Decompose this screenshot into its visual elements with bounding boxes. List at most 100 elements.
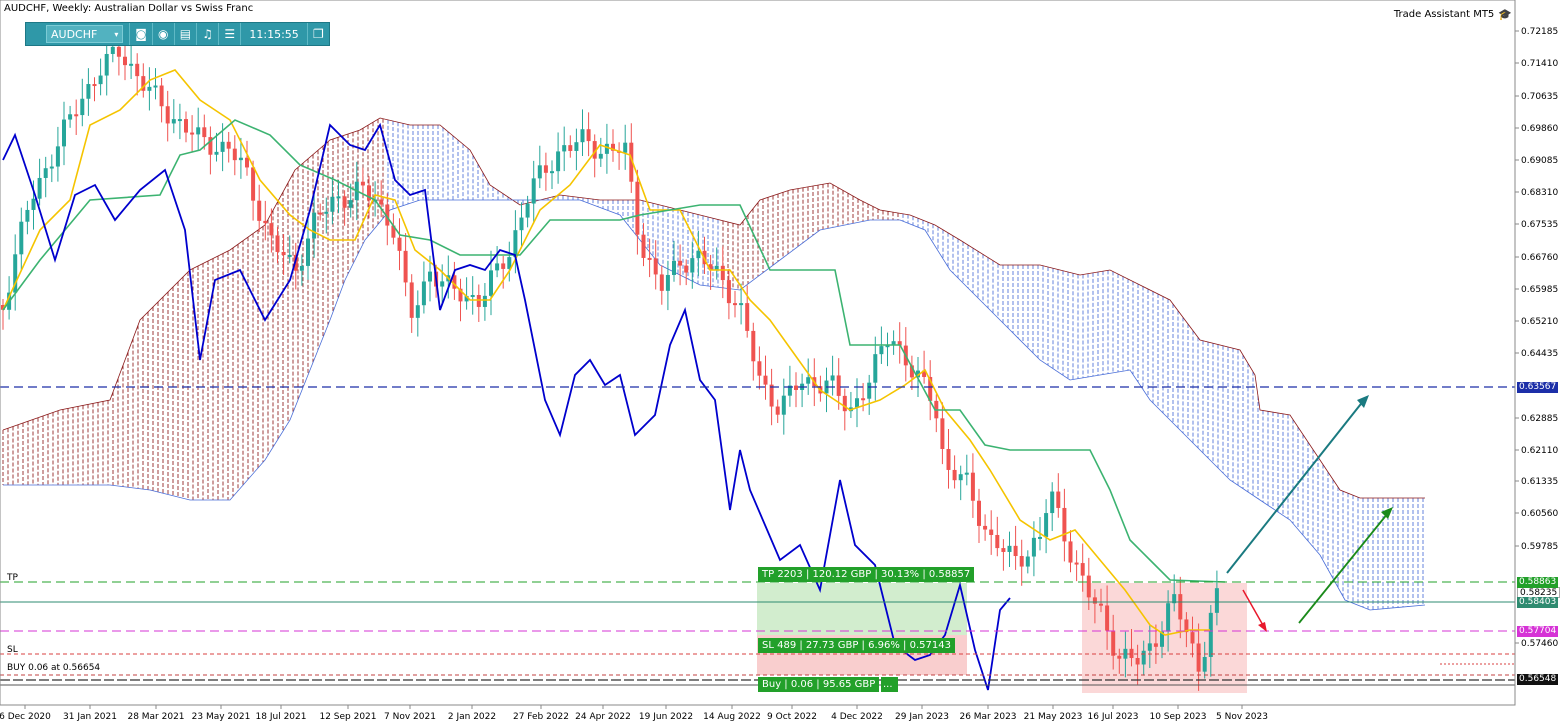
candle <box>586 112 591 157</box>
candle <box>43 156 48 198</box>
window-icon[interactable]: ❐ <box>306 23 329 45</box>
candle <box>98 58 103 96</box>
candle <box>574 128 579 171</box>
candle <box>964 454 969 486</box>
candle <box>995 516 1000 557</box>
eye-icon[interactable]: ◉ <box>151 23 174 45</box>
candle <box>1068 530 1073 573</box>
candle <box>19 207 24 271</box>
candle <box>257 184 262 233</box>
candle <box>873 336 878 401</box>
price-tick-label: 0.64435 <box>1521 349 1558 359</box>
time-tick-label: 4 Dec 2022 <box>831 712 883 722</box>
time-tick-label: 29 Jan 2023 <box>895 712 949 722</box>
candle <box>482 282 487 321</box>
candle <box>568 135 573 158</box>
buy-info-box[interactable]: Buy | 0.06 | 95.65 GBP <box>758 677 880 692</box>
price-tick-label: 0.62885 <box>1521 414 1558 424</box>
candle <box>800 373 805 408</box>
candle <box>928 360 933 421</box>
candle <box>897 322 902 364</box>
price-tick-label: 0.62110 <box>1521 446 1558 456</box>
candle <box>696 230 701 277</box>
candlesticks <box>1 33 1219 691</box>
candle <box>842 388 847 431</box>
candle <box>464 277 469 310</box>
sl-info-box[interactable]: SL 489 | 27.73 GBP | 6.96% | 0.57143 <box>758 638 955 653</box>
candle <box>62 101 66 166</box>
candle <box>360 167 365 196</box>
time-tick-label: 6 Dec 2020 <box>0 712 51 722</box>
candle <box>909 355 914 390</box>
kijun-sen-line <box>2 119 1226 583</box>
price-tick-label: 0.67535 <box>1521 220 1558 230</box>
clock-display: 11:15:55 <box>240 23 306 45</box>
candle <box>1019 539 1024 586</box>
time-tick-label: 12 Sep 2021 <box>319 712 376 722</box>
price-chart[interactable]: 0.72185 0.71410 0.70635 0.69860 0.69085 0.683… <box>0 0 1567 726</box>
candle <box>1062 488 1067 562</box>
symbol-label: AUDCHF <box>51 27 98 41</box>
candle <box>25 200 30 235</box>
candle <box>885 332 890 367</box>
time-tick-label: 18 Jul 2021 <box>256 712 307 722</box>
buy-info-more[interactable]: ... <box>881 677 898 692</box>
candle <box>135 53 140 96</box>
candle <box>708 254 713 290</box>
price-axis: 0.72185 0.71410 0.70635 0.69860 0.69085 0.683… <box>1515 27 1558 649</box>
candle <box>1001 539 1006 571</box>
ichimoku-cloud <box>2 117 1426 611</box>
tp-info-box[interactable]: TP 2203 | 120.12 GBP | 30.13% | 0.58857 <box>758 567 975 582</box>
candle <box>476 284 481 322</box>
price-tick-label: 0.69085 <box>1521 156 1558 166</box>
time-tick-label: 9 Oct 2022 <box>767 712 817 722</box>
candle <box>1025 550 1030 574</box>
menu-icon[interactable]: ☰ <box>218 23 240 45</box>
time-tick-label: 24 Apr 2022 <box>575 712 631 722</box>
candle <box>1050 482 1055 532</box>
candle <box>159 77 164 123</box>
price-tick-label: 0.65985 <box>1521 285 1558 295</box>
candle <box>330 176 335 225</box>
chevron-down-icon: ▾ <box>114 29 119 39</box>
candle <box>635 169 640 255</box>
candle <box>49 154 54 183</box>
buy-price-tag: 0.56548 <box>1517 674 1559 685</box>
bell-icon[interactable]: ♫ <box>196 23 218 45</box>
candle <box>867 374 872 415</box>
candle <box>977 488 981 544</box>
candle <box>891 330 896 355</box>
trade-assistant-label[interactable]: Trade Assistant MT5 🎓 <box>1394 8 1512 21</box>
candle <box>196 107 201 151</box>
time-tick-label: 21 May 2023 <box>1024 712 1083 722</box>
chart-toolbar: AUDCHF ▾ ◙ ◉ ▤ ♫ ☰ 11:15:55 ❐ <box>25 22 330 46</box>
candle <box>226 131 231 163</box>
candle <box>190 115 195 153</box>
candle <box>556 132 561 184</box>
time-tick-label: 31 Jan 2021 <box>63 712 117 722</box>
candle <box>80 78 85 127</box>
candle <box>678 244 683 286</box>
price-tick-label: 0.57460 <box>1521 639 1558 649</box>
candle <box>86 68 91 116</box>
graduation-cap-icon: 🎓 <box>1498 8 1512 21</box>
candle <box>794 372 798 408</box>
candle <box>604 123 609 174</box>
price-tick-label: 0.71410 <box>1521 59 1558 69</box>
calendar-icon[interactable]: ▤ <box>173 23 196 45</box>
candle <box>507 241 512 282</box>
camera-icon[interactable]: ◙ <box>129 23 151 45</box>
candle <box>470 276 475 315</box>
buy-level-label: BUY 0.06 at 0.56654 <box>7 663 101 673</box>
candle <box>141 63 146 98</box>
candle <box>1 299 5 330</box>
candle <box>263 200 268 241</box>
candle <box>397 218 402 271</box>
candle <box>592 134 597 178</box>
candle <box>415 290 420 337</box>
symbol-selector[interactable]: AUDCHF ▾ <box>46 25 124 43</box>
candle <box>940 402 945 465</box>
time-tick-label: 28 Mar 2021 <box>127 712 184 722</box>
price-tick-label: 0.65210 <box>1521 317 1558 327</box>
sl-price-tag: 0.57704 <box>1517 626 1559 637</box>
